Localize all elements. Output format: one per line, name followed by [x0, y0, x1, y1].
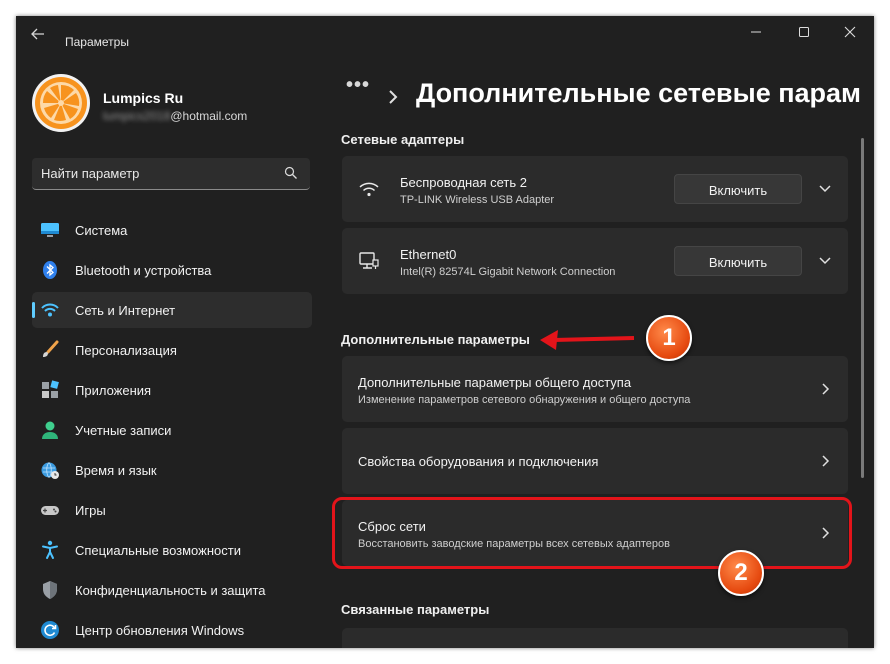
sidebar-item-accounts[interactable]: Учетные записи: [32, 412, 312, 448]
sidebar-item-label: Игры: [75, 503, 106, 518]
sidebar-item-label: Учетные записи: [75, 423, 172, 438]
shield-icon: [40, 580, 60, 600]
setting-description: Изменение параметров сетевого обнаружени…: [358, 394, 691, 406]
sidebar-item-label: Система: [75, 223, 128, 238]
sidebar-item-apps[interactable]: Приложения: [32, 372, 312, 408]
bluetooth-icon: [40, 260, 60, 280]
sidebar-item-label: Bluetooth и устройства: [75, 263, 212, 278]
email-domain: @hotmail.com: [170, 109, 248, 123]
monitor-icon: [40, 220, 60, 240]
email-redacted: lumpics2018: [103, 109, 171, 123]
page-title: Дополнительные сетевые парам: [416, 78, 862, 108]
sidebar-item-windows-update[interactable]: Центр обновления Windows: [32, 612, 312, 648]
maximize-icon[interactable]: [794, 25, 814, 43]
settings-window: Параметры Lumpics Ru lumpics2018@hotmail…: [16, 16, 874, 648]
enable-button[interactable]: Включить: [674, 246, 802, 276]
sidebar-item-label: Специальные возможности: [75, 543, 241, 558]
apps-icon: [40, 380, 60, 400]
chevron-right-icon: [819, 454, 831, 468]
section-heading-related: Связанные параметры: [341, 602, 490, 617]
chevron-right-icon: [386, 82, 400, 104]
sidebar-item-accessibility[interactable]: Специальные возможности: [32, 532, 312, 568]
setting-title: Дополнительные параметры общего доступа: [358, 375, 632, 390]
setting-title: Свойства оборудования и подключения: [358, 454, 599, 469]
app-title: Параметры: [65, 35, 129, 49]
annotation-highlight-box: [332, 497, 852, 569]
annotation-badge-1: 1: [646, 315, 692, 361]
update-icon: [40, 620, 60, 640]
sidebar-item-gaming[interactable]: Игры: [32, 492, 312, 528]
adapter-description: Intel(R) 82574L Gigabit Network Connecti…: [400, 266, 616, 278]
title-bar: Параметры: [16, 16, 874, 52]
globe-clock-icon: [40, 460, 60, 480]
wifi-icon: [358, 179, 380, 199]
search-icon[interactable]: [284, 166, 298, 180]
user-email: lumpics2018@hotmail.com: [103, 109, 247, 123]
sidebar-item-privacy[interactable]: Конфиденциальность и защита: [32, 572, 312, 608]
adapter-name: Ethernet0: [400, 247, 457, 262]
annotation-badge-2: 2: [718, 550, 764, 596]
sidebar-item-system[interactable]: Система: [32, 212, 312, 248]
sidebar-nav: Система Bluetooth и устройства Сеть и Ин…: [32, 212, 312, 648]
sidebar-item-network[interactable]: Сеть и Интернет: [32, 292, 312, 328]
sidebar-item-label: Персонализация: [75, 343, 177, 358]
user-name: Lumpics Ru: [103, 90, 184, 106]
close-icon[interactable]: [840, 25, 860, 43]
related-settings-card[interactable]: [342, 628, 848, 648]
search-input[interactable]: [41, 158, 271, 188]
sidebar-item-personalization[interactable]: Персонализация: [32, 332, 312, 368]
sidebar-item-label: Приложения: [75, 383, 152, 398]
adapter-name: Беспроводная сеть 2: [400, 175, 527, 190]
brush-icon: [40, 340, 60, 360]
sidebar-item-label: Сеть и Интернет: [75, 303, 176, 318]
chevron-right-icon: [819, 382, 831, 396]
wifi-icon: [40, 300, 60, 320]
adapter-card-ethernet[interactable]: Ethernet0 Intel(R) 82574L Gigabit Networ…: [342, 228, 848, 294]
gamepad-icon: [40, 500, 60, 520]
hardware-connection-properties[interactable]: Свойства оборудования и подключения: [342, 428, 848, 494]
search-box[interactable]: [32, 158, 310, 190]
sidebar-item-label: Центр обновления Windows: [75, 623, 245, 638]
section-heading-advanced: Дополнительные параметры: [341, 332, 530, 347]
sidebar-item-time-language[interactable]: Время и язык: [32, 452, 312, 488]
person-icon: [40, 420, 60, 440]
minimize-icon[interactable]: [746, 25, 766, 43]
ethernet-icon: [358, 250, 380, 272]
chevron-down-icon[interactable]: [819, 182, 831, 196]
chevron-down-icon[interactable]: [819, 254, 831, 268]
adapter-card-wireless[interactable]: Беспроводная сеть 2 TP-LINK Wireless USB…: [342, 156, 848, 222]
accessibility-icon: [40, 540, 60, 560]
sidebar-item-label: Время и язык: [75, 463, 157, 478]
section-heading-adapters: Сетевые адаптеры: [341, 132, 465, 147]
adapter-description: TP-LINK Wireless USB Adapter: [400, 194, 555, 206]
sidebar-item-label: Конфиденциальность и защита: [75, 583, 266, 598]
breadcrumb-overflow-button[interactable]: •••: [346, 74, 370, 97]
sidebar-item-bluetooth[interactable]: Bluetooth и устройства: [32, 252, 312, 288]
back-arrow-icon[interactable]: [30, 26, 48, 44]
avatar[interactable]: [32, 74, 90, 132]
scrollbar[interactable]: [861, 138, 864, 478]
enable-button[interactable]: Включить: [674, 174, 802, 204]
advanced-sharing-settings[interactable]: Дополнительные параметры общего доступа …: [342, 356, 848, 422]
